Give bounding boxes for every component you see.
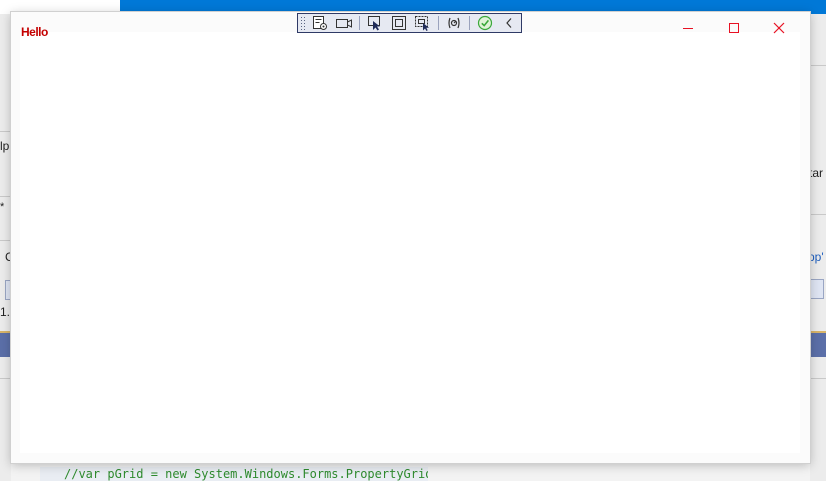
track-focused-element-icon bbox=[415, 16, 429, 31]
display-layout-adorners-icon bbox=[392, 16, 406, 30]
toolbar-separator bbox=[359, 16, 360, 30]
maximize-icon bbox=[729, 23, 739, 33]
background-right-edge bbox=[810, 14, 826, 481]
background-divider bbox=[0, 240, 11, 241]
background-divider bbox=[0, 196, 11, 197]
live-visual-tree-icon bbox=[313, 16, 327, 30]
binding-failures-icon bbox=[448, 17, 460, 29]
background-divider bbox=[0, 131, 11, 132]
background-tab-band bbox=[0, 331, 11, 357]
runtime-tools-toolbar bbox=[297, 13, 522, 33]
background-text-fragment: * bbox=[0, 201, 5, 213]
background-toolbar-cell bbox=[810, 279, 824, 299]
background-left-edge bbox=[0, 14, 11, 481]
track-focused-element-button[interactable] bbox=[412, 14, 434, 32]
toolbar-separator bbox=[469, 16, 470, 30]
background-text-fragment: lp bbox=[0, 139, 10, 153]
background-divider bbox=[810, 214, 826, 215]
window-content-area[interactable] bbox=[20, 32, 800, 453]
window-title: Hello bbox=[21, 25, 48, 39]
background-tab-band bbox=[810, 331, 826, 357]
camera-button[interactable] bbox=[333, 14, 355, 32]
background-text-fragment: tar bbox=[809, 166, 824, 180]
minimize-icon bbox=[683, 28, 693, 29]
background-divider bbox=[810, 65, 826, 66]
toolbar-separator bbox=[438, 16, 439, 30]
toolbar-grip-icon[interactable] bbox=[300, 15, 308, 31]
binding-failures-button[interactable] bbox=[443, 14, 465, 32]
background-text-fragment: 1. bbox=[0, 305, 11, 319]
hot-reload-ok-icon bbox=[477, 15, 493, 31]
select-element-icon bbox=[368, 16, 380, 31]
close-icon bbox=[773, 22, 785, 34]
minimize-button[interactable] bbox=[665, 16, 711, 40]
background-text-fragment: pp' bbox=[808, 250, 824, 264]
collapse-toolbar-button[interactable] bbox=[498, 14, 520, 32]
background-divider bbox=[810, 378, 826, 379]
collapse-toolbar-icon bbox=[506, 18, 512, 28]
display-layout-adorners-button[interactable] bbox=[388, 14, 410, 32]
background-code-line: //var pGrid = new System.Windows.Forms.P… bbox=[40, 467, 428, 481]
close-button[interactable] bbox=[756, 16, 802, 40]
select-element-button[interactable] bbox=[364, 14, 386, 32]
camera-icon bbox=[336, 19, 352, 28]
live-visual-tree-button[interactable] bbox=[309, 14, 331, 32]
app-window: Hello bbox=[11, 12, 810, 463]
maximize-button[interactable] bbox=[711, 16, 757, 40]
hot-reload-status-button[interactable] bbox=[474, 14, 496, 32]
background-divider bbox=[0, 378, 11, 379]
